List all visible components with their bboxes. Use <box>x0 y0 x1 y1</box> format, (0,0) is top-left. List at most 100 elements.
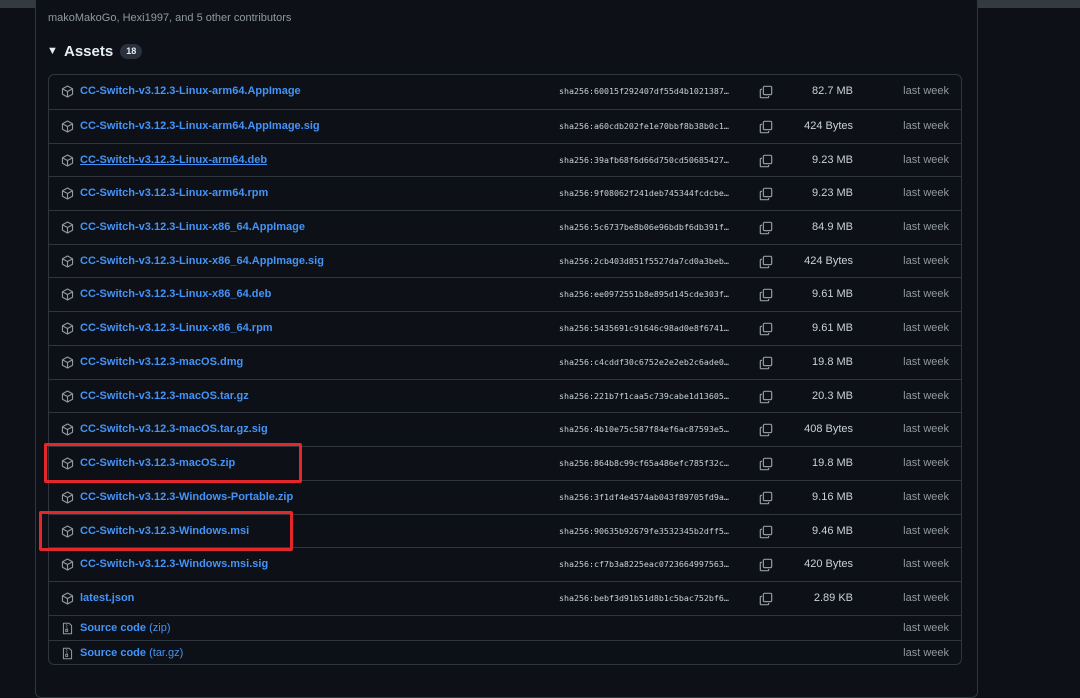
asset-size: 9.16 MB <box>812 491 853 503</box>
sha256-digest: sha256:bebf3d91b51d8b1c5bac752bf6… <box>559 593 729 603</box>
asset-link[interactable]: CC-Switch-v3.12.3-Windows.msi.sig <box>80 558 268 570</box>
copy-icon[interactable] <box>759 525 773 539</box>
asset-row: CC-Switch-v3.12.3-Linux-x86_64.AppImage s… <box>49 210 961 244</box>
asset-link[interactable]: CC-Switch-v3.12.3-Linux-arm64.rpm <box>80 187 268 199</box>
asset-link[interactable]: CC-Switch-v3.12.3-Linux-x86_64.deb <box>80 288 271 300</box>
copy-icon[interactable] <box>759 154 773 168</box>
asset-row: CC-Switch-v3.12.3-Windows-Portable.zip sh… <box>49 480 961 514</box>
asset-size: 9.23 MB <box>812 153 853 166</box>
package-icon <box>61 187 74 200</box>
asset-link[interactable]: CC-Switch-v3.12.3-Windows-Portable.zip <box>80 491 293 503</box>
asset-row: CC-Switch-v3.12.3-Linux-arm64.AppImage sh… <box>49 75 961 109</box>
asset-row: CC-Switch-v3.12.3-macOS.tar.gz sha256:221… <box>49 379 961 412</box>
asset-link[interactable]: CC-Switch-v3.12.3-Linux-arm64.deb <box>80 154 267 166</box>
asset-date: last week <box>903 389 949 402</box>
package-icon <box>61 120 74 133</box>
sha256-digest: sha256:221b7f1caa5c739cabe1d13605… <box>559 390 729 401</box>
highlight-box <box>44 443 302 483</box>
asset-size: 424 Bytes <box>804 254 853 267</box>
sha256-digest: sha256:ee0972551b8e895d145cde303f… <box>559 289 729 299</box>
assets-title: Assets <box>64 42 114 60</box>
package-icon <box>61 389 74 403</box>
asset-link[interactable]: CC-Switch-v3.12.3-macOS.dmg <box>80 356 243 368</box>
asset-row: CC-Switch-v3.12.3-macOS.dmg sha256:c4cddf… <box>49 345 961 379</box>
sha256-digest: sha256:cf7b3a8225eac0723664997563… <box>559 559 729 569</box>
asset-link[interactable]: CC-Switch-v3.12.3-Linux-x86_64.AppImage.… <box>80 255 324 267</box>
copy-icon[interactable] <box>759 322 773 336</box>
asset-date: last week <box>903 457 949 469</box>
asset-link[interactable]: latest.json <box>80 592 134 604</box>
contributors-text[interactable]: makoMakoGo, Hexi1997, and 5 other contri… <box>48 12 291 24</box>
asset-date: last week <box>903 153 949 166</box>
asset-date: last week <box>903 221 949 233</box>
asset-size: 84.9 MB <box>812 221 853 233</box>
sha256-digest: sha256:4b10e75c587f84ef6ac87593e5… <box>559 424 729 434</box>
asset-size: 424 Bytes <box>804 120 853 132</box>
copy-icon[interactable] <box>759 288 773 302</box>
asset-size: 420 Bytes <box>804 558 853 570</box>
asset-link[interactable]: CC-Switch-v3.12.3-Linux-arm64.AppImage <box>80 85 301 97</box>
source-code-label: Source code <box>80 621 147 634</box>
package-icon <box>61 558 74 571</box>
asset-row: CC-Switch-v3.12.3-Linux-arm64.rpm sha256:… <box>49 176 961 210</box>
copy-icon[interactable] <box>759 423 773 437</box>
package-icon <box>61 153 74 167</box>
asset-date: last week <box>903 524 949 537</box>
copy-icon[interactable] <box>759 221 773 235</box>
sha256-digest: sha256:3f1df4e4574ab043f89705fd9a… <box>559 492 729 502</box>
asset-size: 82.7 MB <box>812 85 853 97</box>
asset-size: 408 Bytes <box>804 423 853 435</box>
file-zip-icon <box>62 647 73 660</box>
copy-icon[interactable] <box>759 457 773 471</box>
asset-size: 9.61 MB <box>812 288 853 300</box>
sha256-digest: sha256:c4cddf30c6752e2e2eb2c6ade0… <box>559 357 729 367</box>
assets-list: CC-Switch-v3.12.3-Linux-arm64.AppImage sh… <box>48 74 962 665</box>
assets-toggle[interactable]: ▼ Assets 18 <box>47 42 143 60</box>
asset-date: last week <box>903 491 949 503</box>
package-icon <box>61 491 74 504</box>
source-code-link[interactable]: Source code (tar.gz) <box>80 647 183 659</box>
asset-row: CC-Switch-v3.12.3-macOS.tar.gz.sig sha256… <box>49 412 961 446</box>
package-icon <box>61 322 74 335</box>
asset-link[interactable]: CC-Switch-v3.12.3-macOS.tar.gz <box>80 390 249 402</box>
sha256-digest: sha256:5435691c91646c98ad0e8f6741… <box>559 323 729 333</box>
source-code-link[interactable]: Source code (zip) <box>80 622 170 634</box>
asset-size: 19.8 MB <box>812 457 853 469</box>
copy-icon[interactable] <box>759 356 773 370</box>
asset-size: 9.46 MB <box>812 524 853 537</box>
asset-link[interactable]: CC-Switch-v3.12.3-Linux-x86_64.rpm <box>80 322 273 334</box>
asset-link[interactable]: CC-Switch-v3.12.3-Linux-x86_64.AppImage <box>80 221 305 233</box>
copy-icon[interactable] <box>759 187 773 201</box>
asset-row: CC-Switch-v3.12.3-Linux-x86_64.AppImage.… <box>49 244 961 277</box>
asset-row: CC-Switch-v3.12.3-Linux-arm64.AppImage.s… <box>49 109 961 143</box>
asset-date: last week <box>903 558 949 570</box>
copy-icon[interactable] <box>759 390 773 404</box>
copy-icon[interactable] <box>759 255 773 269</box>
source-code-format: (zip) <box>149 621 171 634</box>
asset-size: 19.8 MB <box>812 356 853 368</box>
asset-date: last week <box>903 621 949 634</box>
copy-icon[interactable] <box>759 120 773 134</box>
asset-row: CC-Switch-v3.12.3-Linux-x86_64.deb sha256… <box>49 277 961 311</box>
source-row: Source code (zip) last week <box>49 615 961 640</box>
asset-size: 20.3 MB <box>812 389 853 402</box>
asset-date: last week <box>903 288 949 300</box>
copy-icon[interactable] <box>759 558 773 572</box>
file-zip-icon <box>62 622 73 634</box>
sha256-digest: sha256:5c6737be8b06e96bdbf6db391f… <box>559 222 729 232</box>
copy-icon[interactable] <box>759 85 773 99</box>
copy-icon[interactable] <box>759 592 773 606</box>
sha256-digest: sha256:9f08062f241deb745344fcdcbe… <box>559 188 729 198</box>
asset-link[interactable]: CC-Switch-v3.12.3-macOS.tar.gz.sig <box>80 423 268 435</box>
package-icon <box>61 221 74 234</box>
source-row: Source code (tar.gz) last week <box>49 640 961 666</box>
asset-link[interactable]: CC-Switch-v3.12.3-Linux-arm64.AppImage.s… <box>80 120 320 132</box>
asset-date: last week <box>903 647 949 659</box>
asset-date: last week <box>903 356 949 368</box>
asset-date: last week <box>903 592 949 604</box>
assets-count-badge: 18 <box>120 43 143 59</box>
sha256-digest: sha256:2cb403d851f5527da7cd0a3beb… <box>559 255 729 266</box>
package-icon <box>61 423 74 436</box>
asset-date: last week <box>903 423 949 435</box>
copy-icon[interactable] <box>759 491 773 505</box>
